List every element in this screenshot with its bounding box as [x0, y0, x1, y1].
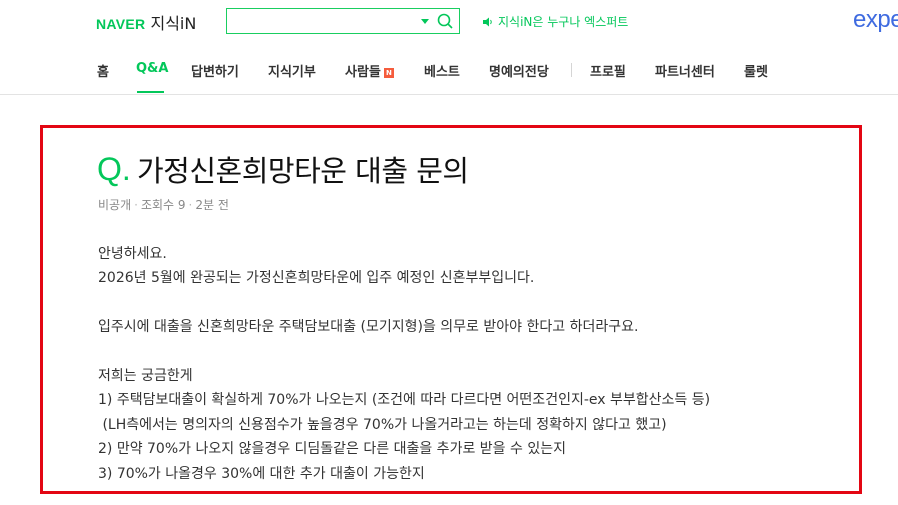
- search-box: [226, 8, 460, 34]
- question-card: Q. 가정신혼희망타운 대출 문의 비공개 · 조회수 9 · 2분 전 안녕하세요. …: [40, 125, 862, 494]
- body-line: 저희는 궁금한게: [98, 368, 193, 384]
- nav-profile[interactable]: 프로필: [590, 61, 626, 80]
- post-time: 2분 전: [195, 198, 229, 212]
- expert-logo[interactable]: expe: [853, 6, 898, 34]
- kin-service-logo[interactable]: 지식iN: [150, 10, 196, 34]
- naver-kin-logo[interactable]: NAVER 지식iN: [96, 10, 196, 34]
- body-line: 2026년 5월에 완공되는 가정신혼희망타운에 입주 예정인 신혼부부입니다.: [98, 270, 535, 287]
- promo-text: 지식iN은 누구나 엑스퍼트: [498, 15, 629, 29]
- nav-answer[interactable]: 답변하기: [191, 61, 239, 80]
- speaker-icon: [483, 17, 492, 26]
- body-line: [98, 291, 818, 315]
- nav-hall-of-fame[interactable]: 명예의전당: [489, 61, 549, 80]
- nav-people[interactable]: 사람들 N: [345, 61, 394, 80]
- body-line: 3) 70%가 나올경우 30%에 대한 추가 대출이 가능한지: [98, 465, 425, 482]
- body-line: 1) 주택담보대출이 확실하게 70%가 나오는지 (조건에 따라 다르다면 어…: [98, 392, 711, 409]
- view-count: 조회수 9: [140, 198, 186, 212]
- nav-qna[interactable]: Q&A: [136, 61, 168, 76]
- body-line: (LH측에서는 명의자의 신용점수가 높을경우 70%가 나올거라고는 하는데 …: [98, 416, 667, 433]
- nav-divider: [571, 63, 572, 77]
- main-nav: 홈 Q&A 답변하기 지식기부 사람들 N 베스트 명예의전당 프로필 파트너센터…: [0, 44, 898, 95]
- nav-donate[interactable]: 지식기부: [268, 61, 316, 80]
- meta-separator: ·: [134, 198, 138, 212]
- active-tab-indicator: [137, 91, 164, 93]
- body-line: 안녕하세요.: [98, 246, 167, 262]
- nav-roulette[interactable]: 룰렛: [744, 61, 768, 80]
- nav-best[interactable]: 베스트: [424, 61, 460, 80]
- question-title: 가정신혼희망타운 대출 문의: [137, 154, 469, 188]
- nav-people-label: 사람들: [345, 65, 381, 80]
- search-dropdown-icon[interactable]: [419, 13, 431, 29]
- author-label: 비공개: [98, 198, 132, 212]
- body-line: [98, 340, 818, 364]
- search-input[interactable]: [231, 11, 415, 33]
- question-meta: 비공개 · 조회수 9 · 2분 전: [98, 196, 229, 213]
- body-line: 입주시에 대출을 신혼희망타운 주택담보대출 (모기지형)을 의무로 받아야 한…: [98, 319, 639, 336]
- new-badge: N: [383, 68, 394, 78]
- body-line: 2) 만약 70%가 나오지 않을경우 디딤돌같은 다른 대출을 추가로 받을 …: [98, 441, 566, 458]
- question-body: 안녕하세요. 2026년 5월에 완공되는 가정신혼희망타운에 입주 예정인 신…: [98, 242, 818, 486]
- naver-logo[interactable]: NAVER: [96, 16, 145, 32]
- nav-home[interactable]: 홈: [97, 61, 109, 80]
- expert-promo-link[interactable]: 지식iN은 누구나 엑스퍼트: [482, 13, 628, 30]
- nav-partner-center[interactable]: 파트너센터: [655, 61, 715, 80]
- top-header: NAVER 지식iN 지식iN은 누구나 엑스퍼트 expe: [0, 0, 898, 44]
- search-icon[interactable]: [435, 11, 455, 31]
- question-mark-icon: Q.: [97, 151, 131, 187]
- meta-separator: ·: [188, 198, 193, 212]
